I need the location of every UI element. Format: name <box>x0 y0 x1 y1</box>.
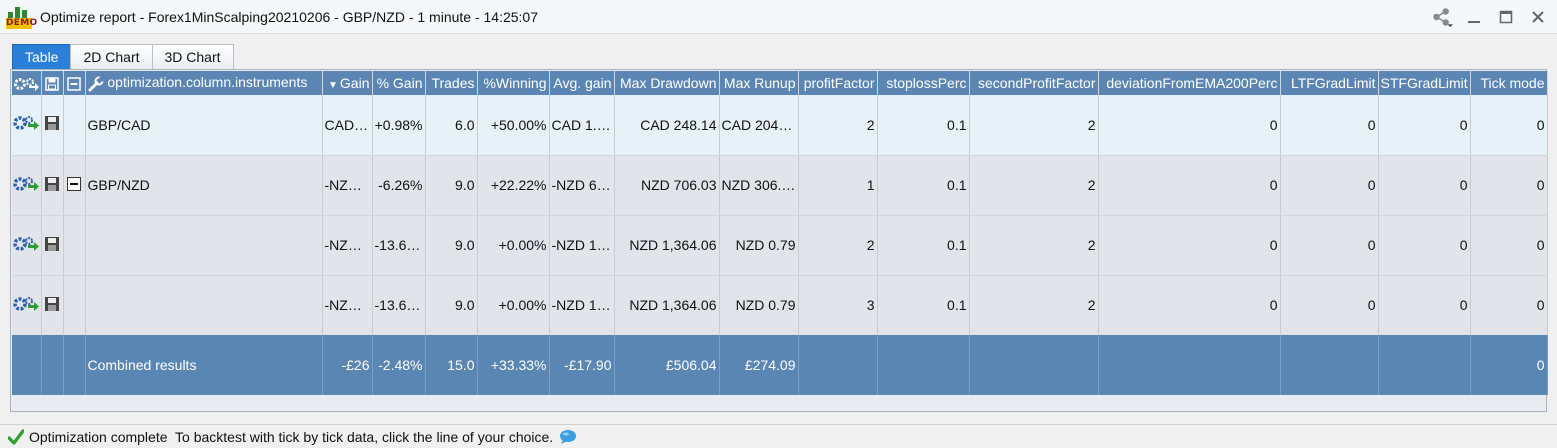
instrument-cell: GBP/CAD <box>85 95 323 156</box>
share-icon[interactable] <box>1431 6 1453 28</box>
header-deviation[interactable]: deviationFromEMA200Perc <box>1098 71 1281 95</box>
save-icon[interactable] <box>41 95 64 156</box>
title-bar: DEMO Optimize report - Forex1MinScalping… <box>0 0 1557 34</box>
header-save-icon[interactable] <box>41 71 64 95</box>
table-row[interactable]: GBP/CAD CAD 18.35 +0.98% 6.0 +50.00% CAD… <box>12 95 1548 156</box>
instrument-cell <box>85 215 323 276</box>
minimize-icon[interactable] <box>1463 6 1485 28</box>
collapse-group-icon[interactable] <box>63 155 86 216</box>
save-icon[interactable] <box>41 215 64 276</box>
status-message: Optimization complete To backtest with t… <box>29 428 554 445</box>
table-row[interactable]: GBP/NZD -NZD 116.92 -6.26% 9.0 +22.22% -… <box>12 155 1548 216</box>
header-instruments[interactable]: optimization.column.instruments <box>85 71 323 95</box>
save-icon[interactable] <box>41 155 64 216</box>
header-max-runup[interactable]: Max Runup <box>719 71 799 95</box>
demo-badge: DEMO <box>6 17 38 29</box>
run-backtest-icon[interactable] <box>12 215 42 276</box>
sort-desc-icon: ▼ <box>328 80 338 91</box>
combined-results-row[interactable]: Combined results -£26 -2.48% 15.0 +33.33… <box>12 335 1548 395</box>
header-winning[interactable]: %Winning <box>477 71 550 95</box>
close-icon[interactable] <box>1527 6 1549 28</box>
results-panel: optimization.column.instruments ▼ Gain % … <box>10 69 1548 412</box>
run-backtest-icon[interactable] <box>12 155 42 216</box>
header-collapse-icon[interactable] <box>63 71 86 95</box>
header-profit-factor[interactable]: profitFactor <box>798 71 878 95</box>
results-table: optimization.column.instruments ▼ Gain % … <box>12 71 1548 395</box>
window-title: Optimize report - Forex1MinScalping20210… <box>40 8 539 25</box>
tab-3d-chart[interactable]: 3D Chart <box>151 44 234 70</box>
header-max-drawdown[interactable]: Max Drawdown <box>614 71 720 95</box>
header-tick-mode[interactable]: Tick mode <box>1470 71 1548 95</box>
instrument-cell <box>85 275 323 335</box>
table-row[interactable]: -NZD 255.23 -13.65% 9.0 +0.00% -NZD 14.1… <box>12 215 1548 276</box>
view-tabs: Table 2D Chart 3D Chart <box>12 44 234 70</box>
header-ltf-grad-limit[interactable]: LTFGradLimit <box>1280 71 1379 95</box>
save-icon[interactable] <box>41 275 64 335</box>
tab-table[interactable]: Table <box>12 44 72 70</box>
header-row: optimization.column.instruments ▼ Gain % … <box>12 71 1548 95</box>
maximize-icon[interactable] <box>1495 6 1517 28</box>
header-gain[interactable]: ▼ Gain <box>322 71 373 95</box>
status-bar: Optimization complete To backtest with t… <box>0 424 1557 448</box>
header-stoploss-perc[interactable]: stoplossPerc <box>877 71 970 95</box>
table-row[interactable]: -NZD 255.23 -13.65% 9.0 +0.00% -NZD 14.1… <box>12 275 1548 335</box>
run-backtest-icon[interactable] <box>12 95 42 156</box>
instrument-cell: GBP/NZD <box>85 155 323 216</box>
header-second-profit-factor[interactable]: secondProfitFactor <box>969 71 1099 95</box>
header-stf-grad-limit[interactable]: STFGradLimit <box>1378 71 1471 95</box>
speech-bubble-icon[interactable] <box>559 429 577 445</box>
combined-label: Combined results <box>85 335 323 395</box>
header-run-icon[interactable] <box>12 71 42 95</box>
header-avg-gain[interactable]: Avg. gain <box>549 71 615 95</box>
app-logo: DEMO <box>6 5 38 29</box>
header-pct-gain[interactable]: % Gain <box>372 71 426 95</box>
run-backtest-icon[interactable] <box>12 275 42 335</box>
wrench-icon <box>88 75 104 92</box>
checkmark-icon <box>8 428 24 445</box>
header-trades[interactable]: Trades <box>425 71 478 95</box>
tab-2d-chart[interactable]: 2D Chart <box>70 44 153 70</box>
